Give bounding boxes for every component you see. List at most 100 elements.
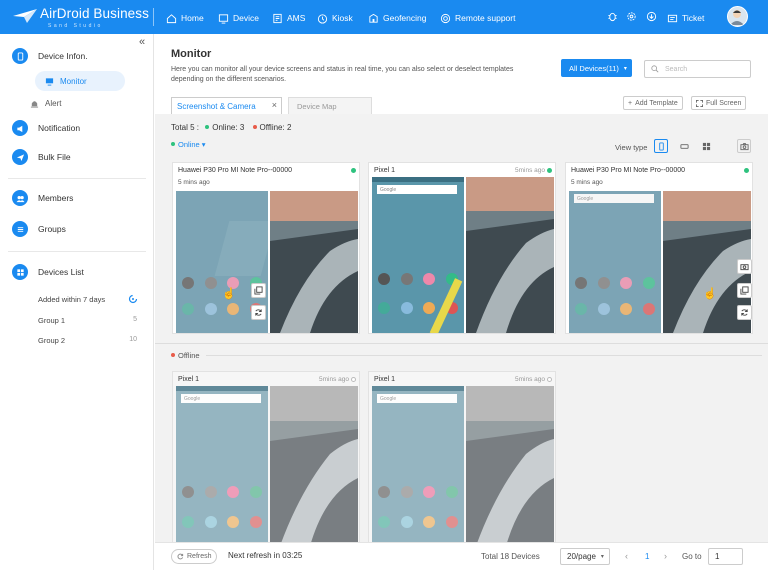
- offline-label: Offline: [178, 351, 200, 360]
- device-card[interactable]: Huawei P30 Pro MI Note Pro--00000 5 mins…: [172, 162, 360, 334]
- screenshot-button[interactable]: [737, 283, 752, 298]
- status-bar: [372, 177, 464, 182]
- search-icon: [651, 65, 659, 73]
- device-card[interactable]: Pixel 1 5mins ago Google: [368, 162, 556, 334]
- chevron-down-icon: ▾: [600, 554, 604, 560]
- logo[interactable]: AirDroid Business Sand Studio: [12, 6, 157, 30]
- add-template-button[interactable]: + Add Template: [623, 96, 683, 110]
- refresh-label: Refresh: [187, 553, 212, 560]
- goto-page-value: 1: [715, 552, 720, 561]
- landscape-photo: [270, 386, 358, 546]
- hand-cursor-icon: ☝: [222, 288, 236, 300]
- list-item-group-1[interactable]: Group 1: [38, 316, 65, 325]
- view-landscape-button[interactable]: [677, 139, 691, 153]
- goto-label: Go to: [682, 552, 702, 561]
- group-1-count: 5: [133, 316, 137, 323]
- landscape-photo: [270, 191, 358, 333]
- device-card[interactable]: Huawei P30 Pro MI Note Pro--00000 5 mins…: [565, 162, 753, 334]
- camera-button[interactable]: [737, 259, 752, 274]
- device-info-icon: [12, 48, 28, 64]
- total-devices-text: Total 18 Devices: [481, 552, 540, 561]
- device-card[interactable]: Pixel 1 5mins ago Google: [172, 371, 360, 546]
- device-card[interactable]: Pixel 1 5mins ago Google: [368, 371, 556, 546]
- nav-kiosk[interactable]: Kiosk: [317, 10, 353, 26]
- nav-kiosk-label: Kiosk: [332, 13, 353, 23]
- goto-page-input[interactable]: 1: [708, 548, 743, 565]
- portrait-icon: [658, 141, 664, 151]
- landscape-image: [466, 177, 554, 333]
- nav-geofencing[interactable]: Geofencing: [368, 10, 426, 26]
- dock-row: [182, 516, 262, 528]
- avatar[interactable]: [727, 6, 748, 27]
- nav-home-label: Home: [181, 13, 204, 23]
- stats-offline-text: Offline: 2: [259, 123, 292, 132]
- alert-icon: [30, 100, 39, 108]
- refresh-button[interactable]: Refresh: [171, 549, 217, 564]
- sidebar-item-device-info[interactable]: Device Infon.: [12, 47, 88, 65]
- next-page-button[interactable]: ›: [664, 551, 667, 561]
- collapse-sidebar-icon[interactable]: «: [139, 36, 145, 48]
- online-section-toggle[interactable]: Online ▾: [171, 140, 206, 149]
- view-type-label: View type: [615, 143, 648, 152]
- monitor-icon: [45, 77, 54, 86]
- full-screen-button[interactable]: Full Screen: [691, 96, 747, 110]
- refresh-icon: [741, 309, 748, 316]
- camera-button[interactable]: [737, 139, 751, 153]
- search-input[interactable]: Search: [644, 60, 751, 78]
- landscape-image: [270, 386, 358, 546]
- section-divider: [155, 343, 768, 344]
- sidebar-item-label: Monitor: [60, 76, 87, 86]
- nav-device[interactable]: Device: [218, 10, 259, 26]
- notification-icon: [12, 120, 28, 136]
- bug-icon[interactable]: [607, 11, 618, 22]
- monitor-content: Total 5 : Online: 3 Offline: 2 Online ▾ …: [155, 114, 768, 546]
- sidebar-item-label: Notification: [38, 123, 81, 133]
- list-item-group-2[interactable]: Group 2: [38, 336, 65, 345]
- sidebar-item-alert[interactable]: Alert: [30, 93, 61, 113]
- nav-remote-label: Remote support: [455, 13, 516, 23]
- tab-device-map[interactable]: Device Map: [288, 97, 372, 114]
- nav-ticket[interactable]: Ticket: [667, 10, 704, 26]
- refresh-screen-button[interactable]: [251, 305, 266, 320]
- sidebar-item-monitor[interactable]: Monitor: [35, 71, 125, 91]
- screenshot-icon: [740, 286, 749, 295]
- device-time: 5mins ago: [515, 376, 545, 383]
- offline-section[interactable]: Offline: [171, 351, 762, 360]
- sidebar-item-notification[interactable]: Notification: [12, 119, 80, 137]
- home-icon: [166, 13, 177, 23]
- close-icon[interactable]: ×: [272, 100, 277, 110]
- all-devices-dropdown[interactable]: All Devices(11) ▾: [561, 59, 632, 77]
- sidebar-item-bulk-file[interactable]: Bulk File: [12, 148, 71, 166]
- stats-online-text: Online: 3: [212, 123, 245, 132]
- page-number[interactable]: 1: [645, 552, 649, 561]
- view-portrait-button[interactable]: [654, 139, 668, 153]
- screenshot-button[interactable]: [251, 283, 266, 298]
- download-icon[interactable]: [646, 11, 657, 22]
- online-dot: [205, 125, 210, 129]
- per-page-select[interactable]: 20/page ▾: [560, 548, 610, 565]
- pagination-footer: Refresh Next refresh in 03:25 Total 18 D…: [155, 542, 768, 570]
- landscape-icon: [679, 143, 689, 149]
- nav-home[interactable]: Home: [166, 10, 204, 26]
- status-dot: [744, 168, 749, 173]
- list-item-added-7-days[interactable]: Added within 7 days: [38, 295, 105, 304]
- refresh-icon: [177, 553, 184, 560]
- gear-icon[interactable]: [626, 11, 637, 22]
- kiosk-icon: [317, 13, 328, 24]
- nav-ams[interactable]: AMS: [272, 10, 305, 26]
- refresh-icon: [255, 309, 262, 316]
- sidebar-item-label: Device Infon.: [38, 51, 88, 61]
- sidebar-item-groups[interactable]: Groups: [12, 220, 66, 238]
- phone-screenshot: Google: [569, 191, 661, 333]
- prev-page-button[interactable]: ‹: [625, 551, 628, 561]
- nav-remote-support[interactable]: Remote support: [440, 10, 515, 26]
- tab-screenshot-camera[interactable]: Screenshot & Camera ×: [171, 97, 282, 114]
- device-time: 5 mins ago: [178, 179, 210, 186]
- brand-name: AirDroid Business: [40, 6, 149, 21]
- top-bar: AirDroid Business Sand Studio Home Devic…: [0, 0, 768, 34]
- stats-offline: Offline: 2: [252, 123, 292, 132]
- refresh-screen-button[interactable]: [737, 305, 752, 320]
- sidebar-item-devices-list[interactable]: Devices List: [12, 263, 84, 281]
- sidebar-item-members[interactable]: Members: [12, 189, 73, 207]
- view-grid-button[interactable]: [699, 139, 713, 153]
